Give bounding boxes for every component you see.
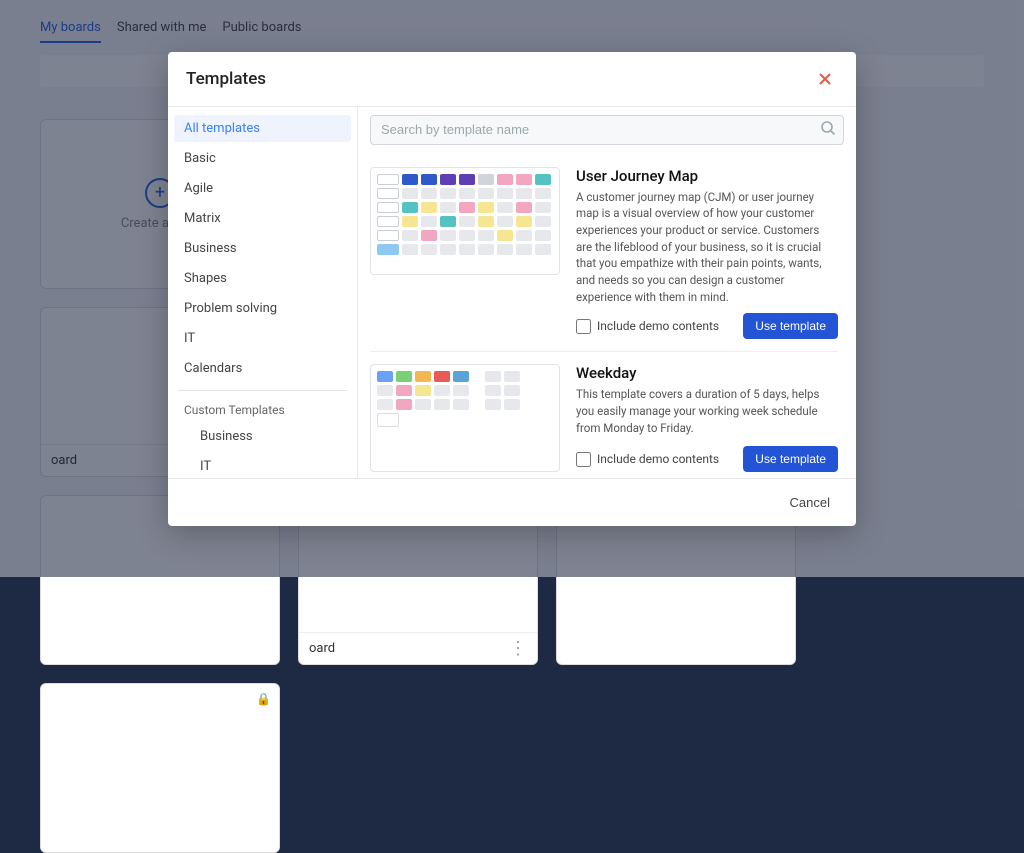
template-item-weekday: Weekday This template covers a duration …	[370, 352, 838, 477]
category-shapes[interactable]: Shapes	[174, 265, 351, 292]
include-demo-checkbox[interactable]: Include demo contents	[576, 319, 719, 334]
include-demo-checkbox-input[interactable]	[576, 319, 591, 334]
include-demo-checkbox[interactable]: Include demo contents	[576, 452, 719, 467]
custom-category-business[interactable]: Business	[174, 423, 351, 450]
modal-footer: Cancel	[168, 478, 856, 526]
search-input[interactable]	[370, 115, 844, 145]
template-main-panel: User Journey Map A customer journey map …	[358, 107, 856, 478]
modal-title: Templates	[186, 69, 266, 89]
include-demo-label: Include demo contents	[597, 452, 719, 466]
template-thumbnail	[370, 364, 560, 472]
close-icon	[817, 71, 833, 87]
modal-header: Templates	[168, 52, 856, 107]
custom-templates-heading: Custom Templates	[174, 399, 351, 423]
category-matrix[interactable]: Matrix	[174, 205, 351, 232]
cancel-button[interactable]: Cancel	[782, 491, 838, 514]
template-description: A customer journey map (CJM) or user jou…	[576, 189, 838, 306]
category-sidebar: All templates Basic Agile Matrix Busines…	[168, 107, 358, 478]
search-icon	[820, 120, 836, 140]
custom-category-it[interactable]: IT	[174, 453, 351, 478]
category-it[interactable]: IT	[174, 325, 351, 352]
more-icon[interactable]: ⋮	[509, 638, 527, 659]
use-template-button[interactable]: Use template	[743, 446, 838, 472]
templates-modal: Templates All templates Basic Agile Matr…	[168, 52, 856, 526]
category-business[interactable]: Business	[174, 235, 351, 262]
template-description: This template covers a duration of 5 day…	[576, 386, 838, 436]
divider	[178, 390, 347, 391]
board-card[interactable]: 🔒	[40, 683, 280, 853]
category-calendars[interactable]: Calendars	[174, 355, 351, 382]
template-thumbnail	[370, 167, 560, 275]
category-agile[interactable]: Agile	[174, 175, 351, 202]
template-name: User Journey Map	[576, 167, 838, 185]
close-button[interactable]	[812, 66, 838, 92]
lock-icon: 🔒	[256, 692, 271, 706]
template-name: Weekday	[576, 364, 838, 382]
template-list[interactable]: User Journey Map A customer journey map …	[370, 155, 844, 478]
category-all-templates[interactable]: All templates	[174, 115, 351, 142]
include-demo-label: Include demo contents	[597, 319, 719, 333]
board-label: oard	[309, 641, 335, 656]
use-template-button[interactable]: Use template	[743, 313, 838, 339]
category-basic[interactable]: Basic	[174, 145, 351, 172]
include-demo-checkbox-input[interactable]	[576, 452, 591, 467]
category-problem-solving[interactable]: Problem solving	[174, 295, 351, 322]
template-item-user-journey-map: User Journey Map A customer journey map …	[370, 155, 838, 353]
